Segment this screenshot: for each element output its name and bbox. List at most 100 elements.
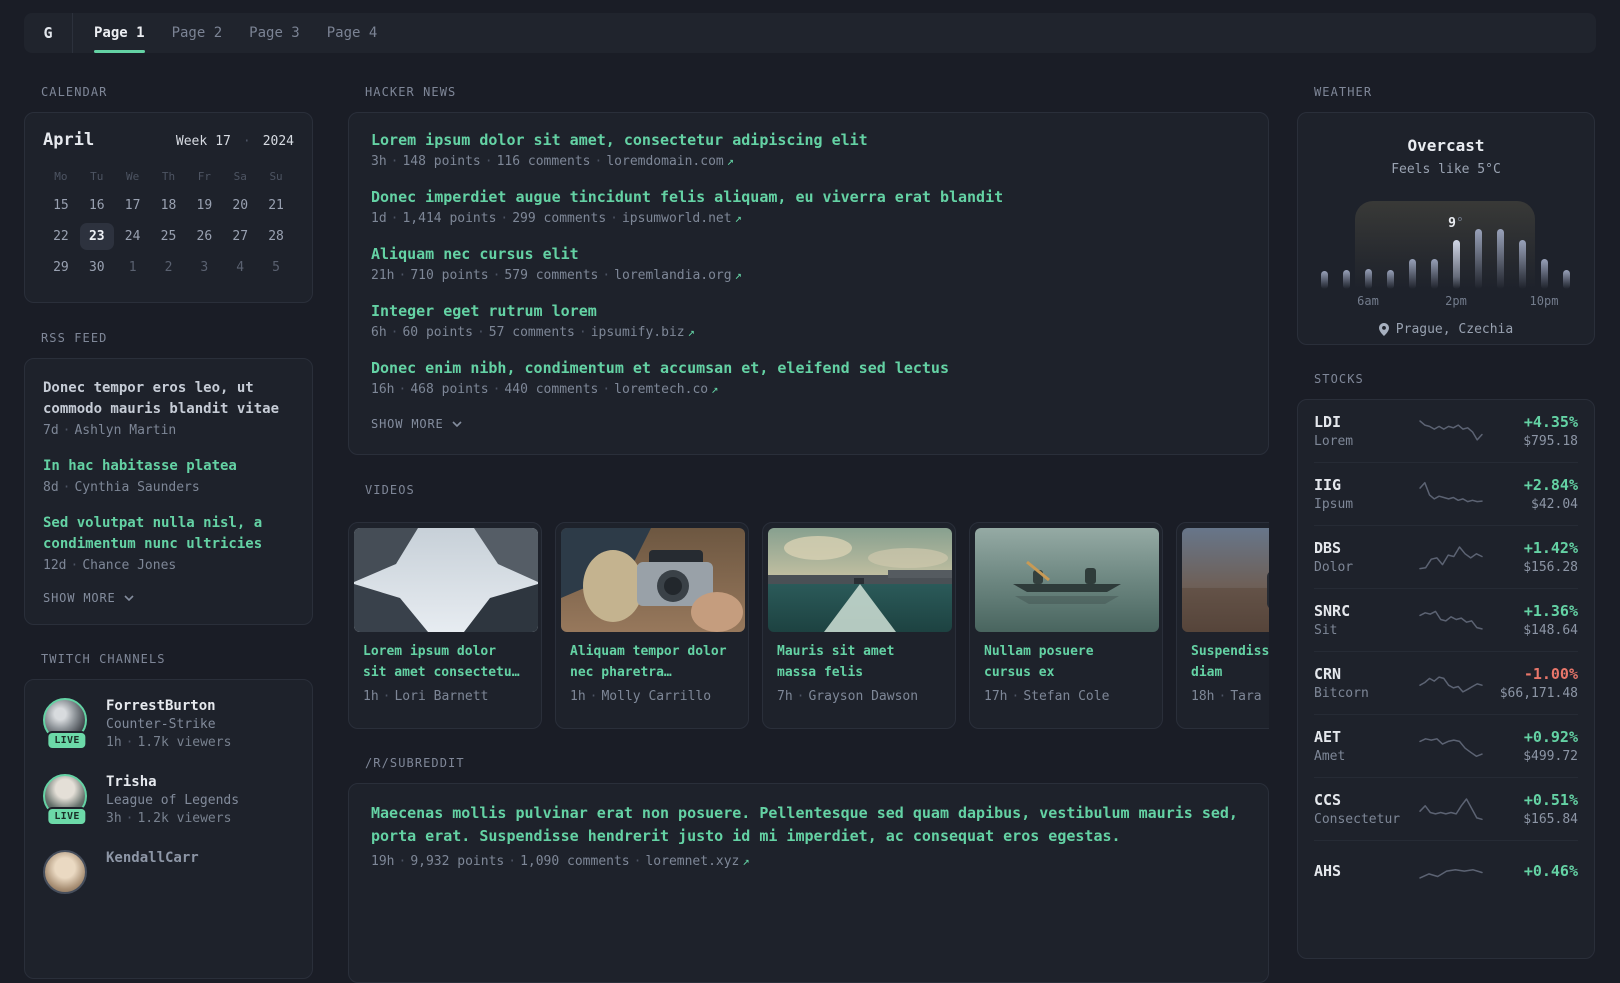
- week-number: 17: [215, 134, 231, 149]
- video-card[interactable]: Lorem ipsum dolor sit amet consectetu… 1…: [348, 522, 542, 729]
- hn-item-meta: 21h · 710 points · 579 comments · loremlandia.…: [371, 268, 742, 283]
- rss-item-title[interactable]: Donec tempor eros leo, ut commodo mauris…: [43, 378, 294, 420]
- hn-domain-link[interactable]: loremdomain.com: [606, 154, 723, 169]
- external-link-icon: ↗: [734, 268, 742, 282]
- stock-change-percent: +1.36%: [1523, 602, 1578, 620]
- twitch-channel-row[interactable]: LIVE Trisha League of Legends 3h · 1.2k vi…: [43, 774, 294, 826]
- stock-sparkline: [1419, 676, 1483, 693]
- stock-row[interactable]: CRN Bitcorn -1.00% $66,171.48: [1314, 652, 1578, 715]
- hn-item-title[interactable]: Integer eget rutrum lorem: [371, 301, 1246, 321]
- video-thumbnail-boat-wake-city: [768, 528, 952, 632]
- stock-change-percent: +2.84%: [1523, 476, 1578, 494]
- middle-column: HACKER NEWS Lorem ipsum dolor sit amet, …: [348, 85, 1269, 983]
- twitch-category[interactable]: League of Legends: [106, 793, 239, 808]
- stock-row[interactable]: IIG Ipsum +2.84% $42.04: [1314, 463, 1578, 526]
- hn-item-title[interactable]: Donec enim nibh, condimentum et accumsan…: [371, 358, 1246, 378]
- stock-name: Consectetur: [1314, 812, 1401, 827]
- stock-row[interactable]: SNRC Sit +1.36% $148.64: [1314, 589, 1578, 652]
- twitch-category[interactable]: Counter-Strike: [106, 717, 231, 732]
- subreddit-post-title[interactable]: Maecenas mollis pulvinar erat non posuer…: [371, 802, 1246, 849]
- hn-domain-link[interactable]: ipsumify.biz: [591, 325, 685, 340]
- hn-domain-link[interactable]: loremtech.co: [614, 382, 708, 397]
- stock-name: Ipsum: [1314, 497, 1354, 512]
- twitch-channel-name[interactable]: ForrestBurton: [106, 698, 231, 714]
- calendar-weekday: We: [126, 170, 140, 183]
- hn-show-more-button[interactable]: SHOW MORE: [371, 417, 1246, 431]
- video-card[interactable]: Suspendisse pulvinar diam 18h·Tara: [1176, 522, 1269, 729]
- tab-page-4[interactable]: Page 4: [327, 13, 378, 53]
- twitch-channel-row[interactable]: LIVE ForrestBurton Counter-Strike 1h · 1.7…: [43, 698, 294, 750]
- hn-item: Integer eget rutrum lorem 6h · 60 points · 5…: [371, 301, 1246, 342]
- rss-show-more-button[interactable]: SHOW MORE: [43, 591, 294, 605]
- app-logo[interactable]: G: [24, 13, 73, 53]
- rss-item-title[interactable]: Sed volutpat nulla nisl, a condimentum n…: [43, 513, 294, 555]
- calendar-day: 5: [272, 260, 280, 275]
- twitch-channel-row[interactable]: KendallCarr: [43, 850, 294, 894]
- rss-item-title[interactable]: In hac habitasse platea: [43, 456, 294, 477]
- calendar-day: 26: [196, 229, 213, 244]
- twitch-channel-name[interactable]: Trisha: [106, 774, 239, 790]
- video-thumbnail-canoe-foggy-lake: [975, 528, 1159, 632]
- video-title[interactable]: Lorem ipsum dolor sit amet consectetu…: [363, 642, 523, 683]
- stock-symbol: IIG: [1314, 476, 1342, 494]
- calendar-day: 29: [53, 260, 69, 275]
- subreddit-comments-link[interactable]: 1,090 comments: [520, 854, 630, 869]
- rss-item-meta: 12d · Chance Jones: [43, 558, 177, 573]
- video-card[interactable]: Mauris sit amet massa felis 7h · Grayson D…: [762, 522, 956, 729]
- stock-price: $66,171.48: [1499, 686, 1578, 701]
- subreddit-domain-link[interactable]: loremnet.xyz: [645, 854, 739, 869]
- stock-change-percent: +0.51%: [1523, 791, 1578, 809]
- subreddit-widget-title: /R/SUBREDDIT: [365, 756, 465, 770]
- stock-sparkline: [1419, 546, 1483, 570]
- calendar-day: 3: [200, 260, 209, 275]
- video-title[interactable]: Suspendisse pulvinar diam: [1191, 642, 1269, 683]
- tab-page-1[interactable]: Page 1: [94, 13, 145, 53]
- hn-domain-link[interactable]: ipsumworld.net: [622, 211, 732, 226]
- calendar-month: April: [43, 130, 95, 150]
- videos-widget-title: VIDEOS: [365, 483, 415, 497]
- hn-comments-link[interactable]: 299 comments: [512, 211, 606, 226]
- calendar-day: 4: [236, 260, 245, 275]
- calendar-day: 2: [164, 260, 173, 275]
- weather-bar: [1320, 271, 1328, 289]
- twitch-widget: LIVE ForrestBurton Counter-Strike 1h · 1.7…: [24, 679, 313, 979]
- calendar-day: 18: [160, 198, 177, 213]
- hn-domain-link[interactable]: loremlandia.org: [614, 268, 731, 283]
- calendar-weekday: Tu: [90, 170, 104, 183]
- hn-item-title[interactable]: Aliquam nec cursus elit: [371, 244, 1246, 264]
- weather-widget: Overcast Feels like 5°C 9° 6am 2pm 10pm Pr…: [1297, 112, 1595, 345]
- hn-item: Donec imperdiet augue tincidunt felis al…: [371, 187, 1246, 228]
- external-link-icon: ↗: [687, 325, 695, 339]
- calendar-day: 25: [160, 229, 177, 244]
- hn-item-title[interactable]: Donec imperdiet augue tincidunt felis al…: [371, 187, 1246, 207]
- stock-sparkline: [1419, 798, 1483, 821]
- video-title[interactable]: Aliquam tempor dolor nec pharetra…: [570, 642, 730, 683]
- hn-comments-link[interactable]: 57 comments: [489, 325, 575, 340]
- stock-name: Lorem: [1314, 434, 1354, 449]
- video-meta: 1h · Molly Carrillo: [570, 689, 712, 705]
- video-thumbnail-concrete-pillars-sky: [354, 528, 538, 632]
- hn-comments-link[interactable]: 116 comments: [497, 154, 591, 169]
- stock-row[interactable]: AHS +0.46%: [1314, 841, 1578, 904]
- hn-comments-link[interactable]: 440 comments: [504, 382, 598, 397]
- hn-item-title[interactable]: Lorem ipsum dolor sit amet, consectetur …: [371, 130, 1246, 150]
- video-title[interactable]: Nullam posuere cursus ex: [984, 642, 1144, 683]
- video-card[interactable]: Nullam posuere cursus ex 17h · Stefan Cole: [969, 522, 1163, 729]
- chevron-down-icon: [452, 421, 462, 427]
- video-title[interactable]: Mauris sit amet massa felis: [777, 642, 937, 683]
- page-tabs: Page 1 Page 2 Page 3 Page 4: [73, 13, 377, 53]
- twitch-channel-name[interactable]: KendallCarr: [106, 850, 199, 866]
- rss-item: Sed volutpat nulla nisl, a condimentum n…: [43, 513, 294, 573]
- hn-comments-link[interactable]: 579 comments: [504, 268, 598, 283]
- weather-bar: [1496, 229, 1504, 289]
- stock-row[interactable]: DBS Dolor +1.42% $156.28: [1314, 526, 1578, 589]
- tab-page-2[interactable]: Page 2: [172, 13, 223, 53]
- calendar-day: 24: [124, 229, 141, 244]
- video-card[interactable]: Aliquam tempor dolor nec pharetra… 1h · Mo…: [555, 522, 749, 729]
- hn-item: Donec enim nibh, condimentum et accumsan…: [371, 358, 1246, 399]
- stock-row[interactable]: CCS Consectetur +0.51% $165.84: [1314, 778, 1578, 841]
- stock-row[interactable]: LDI Lorem +4.35% $795.18: [1314, 400, 1578, 463]
- tab-page-3[interactable]: Page 3: [249, 13, 300, 53]
- stock-symbol: LDI: [1314, 413, 1342, 431]
- stock-row[interactable]: AET Amet +0.92% $499.72: [1314, 715, 1578, 778]
